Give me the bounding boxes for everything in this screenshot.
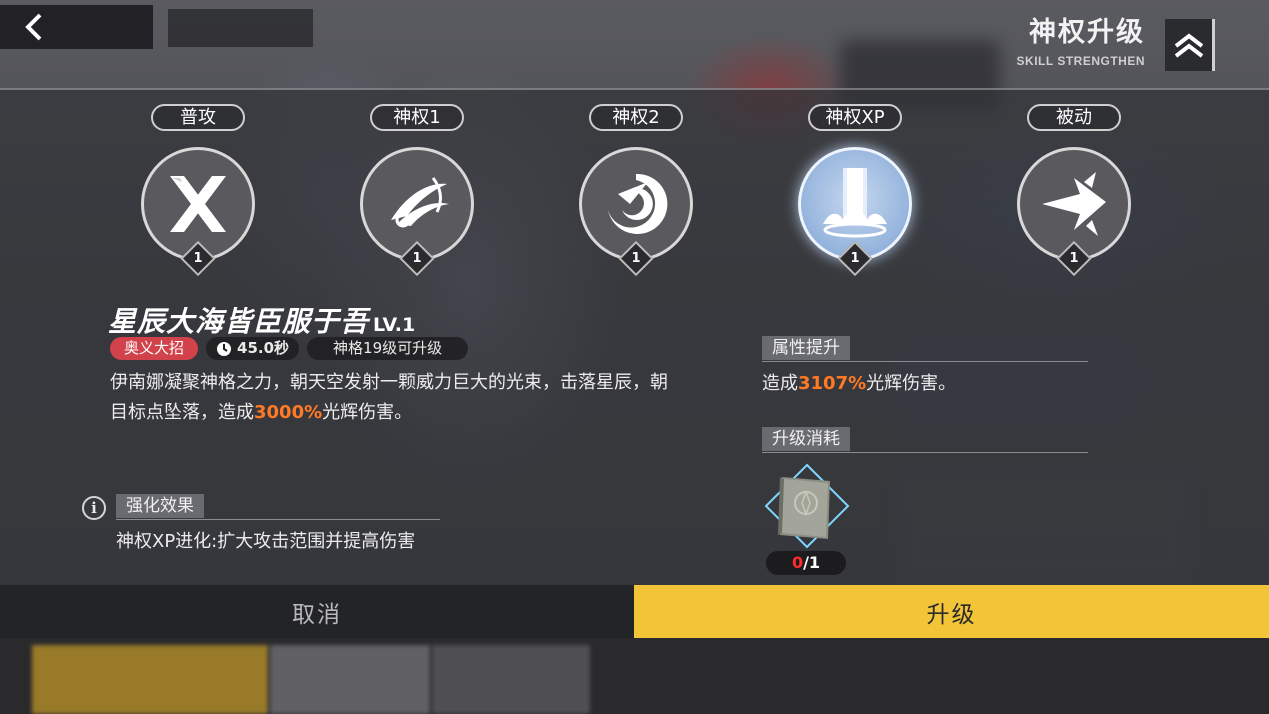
skill-label: 神权1 (370, 104, 464, 131)
page-subtitle: SKILL STRENGTHEN (1016, 54, 1145, 68)
skill-label: 神权2 (589, 104, 683, 131)
background-button-blur (270, 645, 430, 714)
skill-label: 普攻 (151, 104, 245, 131)
vortex-slash-icon (608, 173, 668, 234)
skill-description: 伊南娜凝聚神格之力，朝天空发射一颗威力巨大的光束，击落星辰，朝目标点坠落，造成3… (110, 372, 668, 423)
skill-tab-divine-xp[interactable]: 神权XP 1 (790, 104, 920, 277)
cost-header: 升级消耗 (762, 427, 1088, 453)
page-title: 神权升级 (1029, 17, 1145, 48)
skill-label: 被动 (1027, 104, 1121, 131)
skill-label: 神权XP (808, 104, 902, 131)
skill-tab-divine-2[interactable]: 神权2 1 (571, 104, 701, 277)
rank-up-button[interactable] (1165, 19, 1215, 71)
background-button-blur (32, 645, 268, 714)
requirement-badge: 神格19级可升级 (307, 337, 469, 360)
claw-slash-icon (391, 177, 449, 228)
attribute-description: 造成3107%光辉伤害。 (762, 373, 957, 394)
skill-tab-normal-attack[interactable]: 普攻 1 (133, 104, 263, 277)
back-button[interactable] (0, 5, 153, 49)
enhance-description: 神权XP进化:扩大攻击范围并提高伤害 (116, 531, 416, 552)
info-icon[interactable]: i (82, 496, 106, 520)
cooldown-badge: 45.0秒 (206, 337, 300, 360)
skill-tags: 奥义大招 45.0秒 神格19级可升级 (110, 337, 469, 360)
skill-name: 星辰大海皆臣服于吾 LV.1 (108, 305, 416, 338)
crossed-blades-icon (170, 176, 226, 232)
attribute-header: 属性提升 (762, 336, 1088, 362)
skill-book-icon (764, 463, 850, 549)
chevron-left-icon (25, 13, 42, 41)
top-bar: 神权升级 SKILL STRENGTHEN (0, 0, 1269, 88)
clock-icon (217, 341, 232, 356)
skill-level-text: LV.1 (373, 314, 416, 336)
upgrade-button[interactable]: 升级 (634, 585, 1269, 638)
cancel-button[interactable]: 取消 (0, 585, 634, 638)
page-title-block: 神权升级 SKILL STRENGTHEN (1017, 16, 1145, 68)
skill-tab-divine-1[interactable]: 神权1 1 (352, 104, 482, 277)
upgrade-material-item[interactable] (764, 463, 850, 549)
enhance-header: 强化效果 (116, 494, 440, 520)
material-count: 0/1 (766, 551, 846, 575)
background-button-blur (432, 645, 590, 714)
header-divider (0, 88, 1269, 90)
light-pillar-icon (823, 168, 887, 238)
background-tab (168, 9, 313, 47)
attribute-highlight: 3107% (798, 373, 867, 394)
burst-arrow-icon (1042, 172, 1106, 236)
damage-highlight: 3000% (254, 402, 323, 423)
skill-tab-passive[interactable]: 被动 1 (1009, 104, 1139, 277)
double-chevron-up-icon (1174, 33, 1203, 58)
skill-type-badge: 奥义大招 (110, 337, 199, 360)
